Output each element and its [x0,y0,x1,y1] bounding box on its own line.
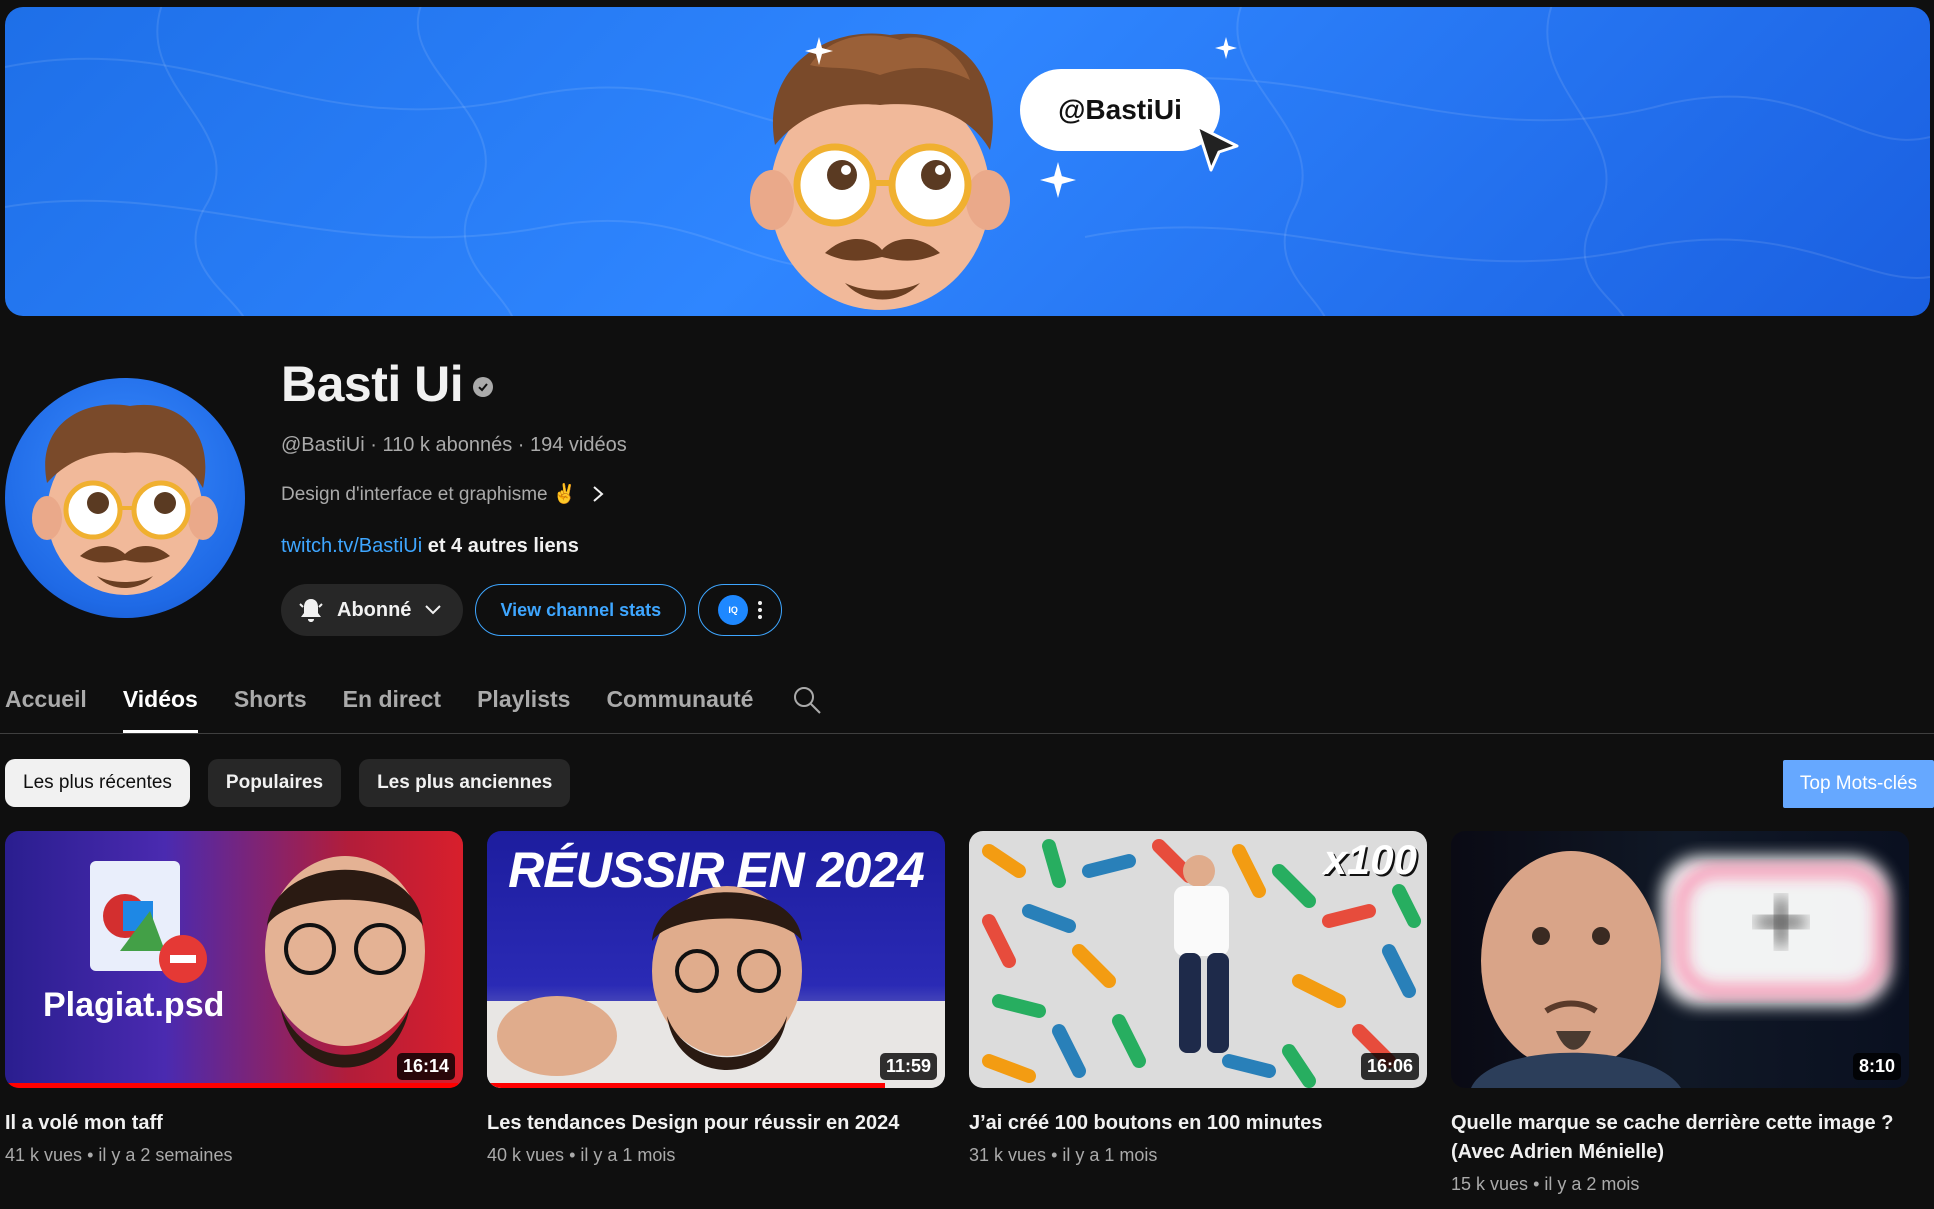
channel-handle: @BastiUi [281,434,365,456]
verified-icon [473,377,494,397]
thumbnail-caption: RÉUSSIR EN 2024 [508,842,925,898]
video-meta: 41 k vues • il y a 2 semaines [5,1145,463,1166]
subscribed-label: Abonné [337,598,412,621]
video-title[interactable]: J’ai créé 100 boutons en 100 minutes [969,1109,1427,1138]
watch-progress [5,1083,459,1088]
tabs-divider [0,733,1934,734]
tab-accueil[interactable]: Accueil [5,680,87,733]
channel-meta: @BastiUi · 110 k abonnés · 194 vidéos [281,434,627,457]
mascot-illustration [750,33,1010,310]
filter-recent[interactable]: Les plus récentes [5,759,190,807]
video-card[interactable]: x100 16:06 J’ai créé 100 boutons en 100 … [969,831,1427,1195]
video-meta: 15 k vues • il y a 2 mois [1451,1174,1909,1195]
tab-en-direct[interactable]: En direct [343,680,441,733]
video-count: 194 vidéos [530,434,627,456]
video-age: il y a 2 mois [1544,1174,1640,1194]
video-age: il y a 2 semaines [98,1145,233,1165]
filter-oldest[interactable]: Les plus anciennes [359,759,571,807]
video-views: 15 k vues [1451,1174,1529,1194]
avatar-mascot [32,404,218,595]
video-duration: 16:06 [1360,1053,1419,1080]
video-card[interactable]: RÉUSSIR EN 2024 11:59 Les tendances Desi… [487,831,945,1195]
video-views: 40 k vues [487,1145,565,1165]
view-channel-stats-button[interactable]: View channel stats [475,584,687,636]
video-thumbnail[interactable]: 8:10 [1451,831,1909,1088]
channel-description[interactable]: Design d'interface et graphisme ✌️ [281,482,605,506]
video-thumbnail[interactable]: RÉUSSIR EN 2024 11:59 [487,831,945,1088]
video-grid: Plagiat.psd 16:14 Il a volé mon taff 41 … [5,831,1909,1195]
thumbnail-caption: x100 [1323,836,1417,883]
chevron-down-icon [425,605,442,615]
video-title[interactable]: Les tendances Design pour réussir en 202… [487,1109,945,1138]
channel-name-text: Basti Ui [281,356,464,412]
subscribed-button[interactable]: Abonné [281,584,464,636]
twitch-link[interactable]: twitch.tv/BastiUi [281,535,422,557]
more-links[interactable]: et 4 autres liens [428,535,579,557]
sparkle-icon [1215,37,1237,59]
channel-avatar[interactable] [5,378,245,618]
video-title[interactable]: Quelle marque se cache derrière cette im… [1451,1109,1909,1167]
cursor-icon [1195,124,1239,172]
channel-tabs: Accueil Vidéos Shorts En direct Playlist… [5,680,789,733]
meta-separator: · [517,434,525,456]
description-text: Design d'interface et graphisme ✌️ [281,484,577,505]
tab-communaute[interactable]: Communauté [606,680,753,733]
video-views: 41 k vues [5,1145,83,1165]
video-meta: 40 k vues • il y a 1 mois [487,1145,945,1166]
video-duration: 8:10 [1852,1053,1901,1080]
subscriber-count: 110 k abonnés [382,434,513,456]
meta-dot: • [569,1145,576,1165]
chevron-right-icon[interactable] [591,484,605,504]
meta-separator: · [370,434,377,456]
tab-videos[interactable]: Vidéos [122,680,198,733]
meta-dot: • [87,1145,94,1165]
filter-popular[interactable]: Populaires [207,759,342,807]
video-meta: 31 k vues • il y a 1 mois [969,1145,1427,1166]
video-age: il y a 1 mois [1062,1145,1158,1165]
channel-name: Basti Ui [281,355,494,413]
thumbnail-art [1471,851,1891,1088]
top-keywords-button[interactable]: Top Mots-clés [1783,760,1934,808]
thumbnail-art [90,856,425,1068]
watch-progress [487,1083,886,1088]
channel-actions: Abonné View channel stats IQ [281,584,783,636]
bell-icon [299,599,323,622]
tab-shorts[interactable]: Shorts [234,680,307,733]
meta-dot: • [1051,1145,1058,1165]
more-vert-icon [758,601,763,619]
video-thumbnail[interactable]: x100 16:06 [969,831,1427,1088]
video-duration: 16:14 [396,1053,455,1080]
video-views: 31 k vues [969,1145,1047,1165]
video-duration: 11:59 [879,1053,937,1080]
channel-links: twitch.tv/BastiUi et 4 autres liens [281,535,579,558]
video-thumbnail[interactable]: Plagiat.psd 16:14 [5,831,463,1088]
sparkle-icon [805,37,833,65]
video-card[interactable]: 8:10 Quelle marque se cache derrière cet… [1451,831,1909,1195]
banner-handle-bubble: @BastiUi [1020,69,1220,151]
video-card[interactable]: Plagiat.psd 16:14 Il a volé mon taff 41 … [5,831,463,1195]
extension-menu-button[interactable]: IQ [698,584,783,636]
tab-playlists[interactable]: Playlists [477,680,570,733]
video-title[interactable]: Il a volé mon taff [5,1109,463,1138]
sparkle-icon [1040,162,1076,198]
channel-banner: @BastiUi [5,7,1930,316]
meta-dot: • [1533,1174,1540,1194]
thumbnail-caption: Plagiat.psd [43,986,225,1024]
sort-filters: Les plus récentes Populaires Les plus an… [5,759,571,807]
search-icon[interactable] [792,685,822,715]
video-age: il y a 1 mois [580,1145,676,1165]
extension-logo-icon: IQ [718,595,749,625]
